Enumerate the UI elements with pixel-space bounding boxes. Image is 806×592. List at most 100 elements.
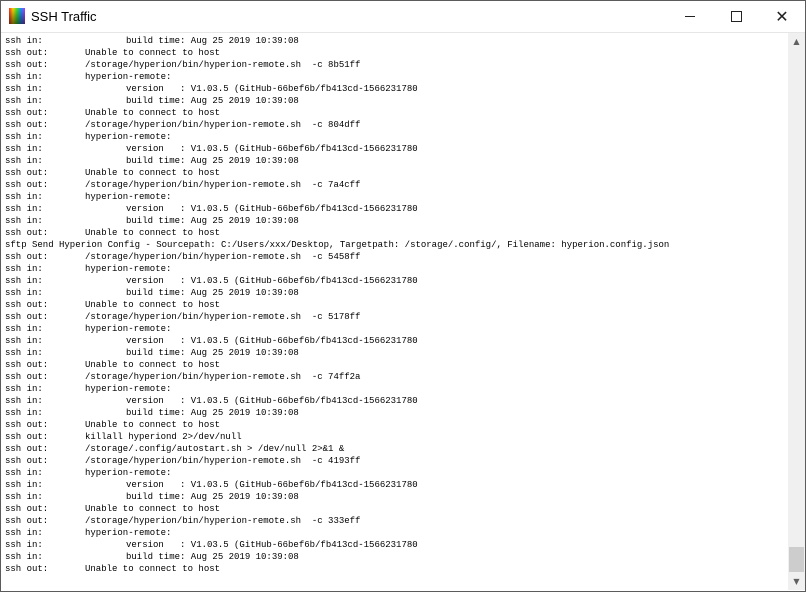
log-message: /storage/hyperion/bin/hyperion-remote.sh… (85, 516, 361, 526)
log-message: Unable to connect to host (85, 228, 221, 238)
log-message: build time: Aug 25 2019 10:39:08 (126, 36, 299, 46)
log-direction: ssh in: (5, 132, 43, 142)
title-bar[interactable]: SSH Traffic ✕ (1, 1, 805, 33)
log-direction: ssh out: (5, 444, 49, 454)
log-message: killall hyperiond 2>/dev/null (85, 432, 242, 442)
log-message: hyperion-remote: (85, 132, 172, 142)
log-direction: ssh in: (5, 204, 43, 214)
log-message: /storage/hyperion/bin/hyperion-remote.sh… (85, 60, 361, 70)
log-direction: ssh out: (5, 420, 49, 430)
log-direction: ssh out: (5, 228, 49, 238)
scroll-down-button[interactable]: ▼ (788, 573, 805, 590)
log-message: build time: Aug 25 2019 10:39:08 (126, 492, 299, 502)
log-message: version : V1.03.5 (GitHub-66bef6b/fb413c… (126, 84, 418, 94)
log-message: hyperion-remote: (85, 192, 172, 202)
log-direction: ssh out: (5, 432, 49, 442)
chevron-down-icon: ▼ (793, 577, 800, 586)
log-message: version : V1.03.5 (GitHub-66bef6b/fb413c… (126, 204, 418, 214)
log-message: hyperion-remote: (85, 324, 172, 334)
log-message: build time: Aug 25 2019 10:39:08 (126, 156, 299, 166)
log-direction: ssh in: (5, 216, 43, 226)
rainbow-app-icon (9, 8, 25, 24)
maximize-button[interactable] (713, 1, 759, 32)
log-message: version : V1.03.5 (GitHub-66bef6b/fb413c… (126, 276, 418, 286)
log-direction: ssh out: (5, 180, 49, 190)
log-direction: ssh in: (5, 144, 43, 154)
log-message: build time: Aug 25 2019 10:39:08 (126, 96, 299, 106)
log-direction: ssh out: (5, 60, 49, 70)
log-direction: ssh in: (5, 324, 43, 334)
traffic-log-area[interactable]: ssh in: version : V1.03.5 (GitHub-66bef6b… (2, 33, 788, 589)
log-message: sftp Send Hyperion Config - Sourcepath: … (5, 240, 670, 250)
log-direction: ssh in: (5, 192, 43, 202)
chevron-up-icon: ▲ (793, 37, 800, 46)
log-direction: ssh out: (5, 564, 49, 574)
log-message: Unable to connect to host (85, 300, 221, 310)
log-message: hyperion-remote: (85, 528, 172, 538)
log-message: hyperion-remote: (85, 72, 172, 82)
log-message: Unable to connect to host (85, 108, 221, 118)
log-direction: ssh in: (5, 276, 43, 286)
log-message: Unable to connect to host (85, 168, 221, 178)
log-direction: ssh out: (5, 456, 49, 466)
log-message: version : V1.03.5 (GitHub-66bef6b/fb413c… (126, 144, 418, 154)
log-direction: ssh in: (5, 336, 43, 346)
log-direction: ssh in: (5, 36, 43, 46)
log-message: build time: Aug 25 2019 10:39:08 (126, 288, 299, 298)
log-message: /storage/hyperion/bin/hyperion-remote.sh… (85, 252, 361, 262)
log-direction: ssh out: (5, 168, 49, 178)
scroll-up-button[interactable]: ▲ (788, 33, 805, 50)
log-direction: ssh in: (5, 84, 43, 94)
log-message: /storage/.config/autostart.sh > /dev/nul… (85, 444, 345, 454)
vertical-scrollbar[interactable]: ▲ ▼ (788, 33, 805, 590)
log-direction: ssh in: (5, 264, 43, 274)
close-icon: ✕ (775, 7, 789, 26)
log-message: Unable to connect to host (85, 420, 221, 430)
minimize-button[interactable] (667, 1, 713, 32)
log-message: Unable to connect to host (85, 48, 221, 58)
log-direction: ssh out: (5, 312, 49, 322)
log-direction: ssh in: (5, 288, 43, 298)
log-direction: ssh in: (5, 384, 43, 394)
log-direction: ssh in: (5, 540, 43, 550)
close-button[interactable]: ✕ (759, 1, 805, 32)
log-message: /storage/hyperion/bin/hyperion-remote.sh… (85, 180, 361, 190)
log-direction: ssh out: (5, 360, 49, 370)
log-direction: ssh in: (5, 156, 43, 166)
log-message: version : V1.03.5 (GitHub-66bef6b/fb413c… (126, 396, 418, 406)
log-message: version : V1.03.5 (GitHub-66bef6b/fb413c… (126, 480, 418, 490)
scroll-thumb[interactable] (789, 547, 804, 572)
log-direction: ssh in: (5, 408, 43, 418)
log-message: build time: Aug 25 2019 10:39:08 (126, 348, 299, 358)
log-direction: ssh in: (5, 72, 43, 82)
log-message: hyperion-remote: (85, 384, 172, 394)
log-direction: ssh out: (5, 108, 49, 118)
log-message: hyperion-remote: (85, 468, 172, 478)
log-message: Unable to connect to host (85, 504, 221, 514)
log-direction: ssh in: (5, 552, 43, 562)
log-message: /storage/hyperion/bin/hyperion-remote.sh… (85, 372, 361, 382)
log-direction: ssh in: (5, 492, 43, 502)
log-direction: ssh out: (5, 300, 49, 310)
log-direction: ssh in: (5, 528, 43, 538)
minimize-icon (685, 16, 695, 17)
log-direction: ssh out: (5, 504, 49, 514)
log-message: build time: Aug 25 2019 10:39:08 (126, 216, 299, 226)
log-direction: ssh in: (5, 468, 43, 478)
log-direction: ssh in: (5, 96, 43, 106)
log-direction: ssh in: (5, 480, 43, 490)
log-message: hyperion-remote: (85, 264, 172, 274)
log-direction: ssh out: (5, 516, 49, 526)
window-title: SSH Traffic (31, 9, 97, 24)
log-direction: ssh out: (5, 120, 49, 130)
log-direction: ssh in: (5, 348, 43, 358)
maximize-icon (730, 11, 742, 22)
log-direction: ssh out: (5, 372, 49, 382)
log-message: /storage/hyperion/bin/hyperion-remote.sh… (85, 312, 361, 322)
log-message: build time: Aug 25 2019 10:39:08 (126, 408, 299, 418)
log-direction: ssh in: (5, 396, 43, 406)
log-message: Unable to connect to host (85, 360, 221, 370)
log-direction: ssh out: (5, 252, 49, 262)
log-direction: ssh out: (5, 48, 49, 58)
log-message: /storage/hyperion/bin/hyperion-remote.sh… (85, 456, 361, 466)
